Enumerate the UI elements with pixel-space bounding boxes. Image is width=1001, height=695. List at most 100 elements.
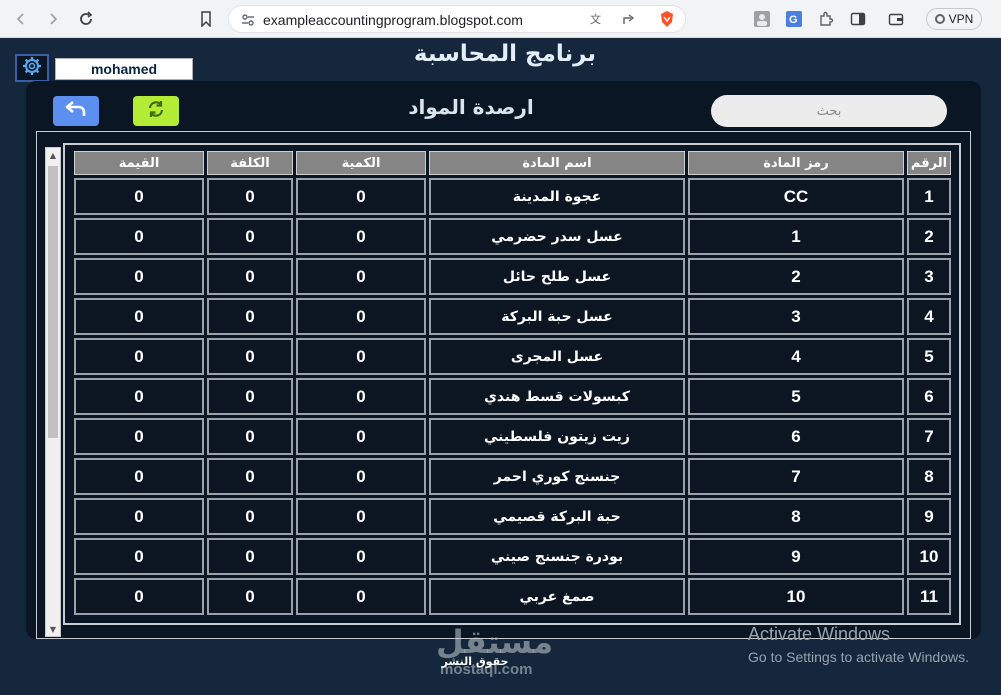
cell-value[interactable]: 0: [74, 338, 204, 375]
scroll-up-arrow-icon[interactable]: ▲: [46, 148, 60, 162]
cell-value[interactable]: 0: [74, 378, 204, 415]
search-input[interactable]: [711, 95, 947, 127]
cell-quantity[interactable]: 0: [296, 178, 426, 215]
header-item-name[interactable]: اسم المادة: [429, 151, 685, 175]
cell-item-name[interactable]: كبسولات قسط هندي: [429, 378, 685, 415]
cell-value[interactable]: 0: [74, 498, 204, 535]
cell-number[interactable]: 4: [907, 298, 951, 335]
site-info-icon[interactable]: [241, 12, 255, 31]
table-row[interactable]: 0 0 0 عجوة المدينة CC 1: [74, 178, 951, 215]
cell-item-code[interactable]: 8: [688, 498, 904, 535]
cell-cost[interactable]: 0: [207, 338, 293, 375]
cell-value[interactable]: 0: [74, 178, 204, 215]
cell-item-name[interactable]: عجوة المدينة: [429, 178, 685, 215]
cell-item-code[interactable]: 6: [688, 418, 904, 455]
table-row[interactable]: 0 0 0 زيت زيتون فلسطيني 6 7: [74, 418, 951, 455]
vertical-scrollbar[interactable]: ▲ ▼: [45, 147, 61, 637]
cell-quantity[interactable]: 0: [296, 338, 426, 375]
share-icon[interactable]: [621, 11, 637, 31]
cell-quantity[interactable]: 0: [296, 378, 426, 415]
cell-cost[interactable]: 0: [207, 578, 293, 615]
cell-value[interactable]: 0: [74, 418, 204, 455]
table-row[interactable]: 0 0 0 عسل حبة البركة 3 4: [74, 298, 951, 335]
cell-item-name[interactable]: عسل المجرى: [429, 338, 685, 375]
cell-cost[interactable]: 0: [207, 298, 293, 335]
cell-cost[interactable]: 0: [207, 218, 293, 255]
table-row[interactable]: 0 0 0 بودرة جنسنج صيني 9 10: [74, 538, 951, 575]
cell-cost[interactable]: 0: [207, 458, 293, 495]
cell-value[interactable]: 0: [74, 538, 204, 575]
header-number[interactable]: الرقم: [907, 151, 951, 175]
translate-extension-icon[interactable]: G: [784, 9, 804, 29]
vpn-button[interactable]: VPN: [926, 8, 982, 30]
cell-number[interactable]: 8: [907, 458, 951, 495]
cell-item-code[interactable]: 10: [688, 578, 904, 615]
cell-quantity[interactable]: 0: [296, 538, 426, 575]
cell-cost[interactable]: 0: [207, 178, 293, 215]
cell-item-code[interactable]: 4: [688, 338, 904, 375]
scroll-down-arrow-icon[interactable]: ▼: [46, 622, 60, 636]
cell-cost[interactable]: 0: [207, 418, 293, 455]
cell-item-code[interactable]: 9: [688, 538, 904, 575]
forward-nav-icon[interactable]: [42, 8, 64, 30]
refresh-button[interactable]: [133, 96, 179, 126]
cell-number[interactable]: 10: [907, 538, 951, 575]
cell-item-name[interactable]: بودرة جنسنج صيني: [429, 538, 685, 575]
table-row[interactable]: 0 0 0 عسل طلح حائل 2 3: [74, 258, 951, 295]
cell-number[interactable]: 5: [907, 338, 951, 375]
cell-item-code[interactable]: 1: [688, 218, 904, 255]
cell-number[interactable]: 1: [907, 178, 951, 215]
cell-quantity[interactable]: 0: [296, 578, 426, 615]
header-item-code[interactable]: رمز المادة: [688, 151, 904, 175]
header-quantity[interactable]: الكمية: [296, 151, 426, 175]
cell-value[interactable]: 0: [74, 298, 204, 335]
cell-item-code[interactable]: 2: [688, 258, 904, 295]
cell-value[interactable]: 0: [74, 218, 204, 255]
cell-cost[interactable]: 0: [207, 538, 293, 575]
address-bar[interactable]: exampleaccountingprogram.blogspot.com 文: [228, 5, 686, 33]
cell-number[interactable]: 11: [907, 578, 951, 615]
reload-icon[interactable]: [75, 8, 97, 30]
cell-item-name[interactable]: عسل طلح حائل: [429, 258, 685, 295]
scroll-thumb[interactable]: [48, 166, 58, 438]
cell-item-code[interactable]: CC: [688, 178, 904, 215]
bookmark-icon[interactable]: [195, 8, 217, 30]
header-cost[interactable]: الكلفة: [207, 151, 293, 175]
cell-cost[interactable]: 0: [207, 258, 293, 295]
cell-quantity[interactable]: 0: [296, 218, 426, 255]
cell-number[interactable]: 7: [907, 418, 951, 455]
cell-cost[interactable]: 0: [207, 498, 293, 535]
cell-quantity[interactable]: 0: [296, 258, 426, 295]
settings-button[interactable]: [15, 54, 49, 82]
table-row[interactable]: 0 0 0 صمغ عربي 10 11: [74, 578, 951, 615]
wallet-icon[interactable]: [886, 9, 906, 29]
extensions-puzzle-icon[interactable]: [816, 9, 836, 29]
table-row[interactable]: 0 0 0 عسل المجرى 4 5: [74, 338, 951, 375]
table-row[interactable]: 0 0 0 حبة البركة قصيمي 8 9: [74, 498, 951, 535]
cell-quantity[interactable]: 0: [296, 498, 426, 535]
cell-number[interactable]: 6: [907, 378, 951, 415]
cell-item-code[interactable]: 7: [688, 458, 904, 495]
profile-extension-icon[interactable]: [752, 9, 772, 29]
table-row[interactable]: 0 0 0 جنسنج كوري احمر 7 8: [74, 458, 951, 495]
cell-value[interactable]: 0: [74, 458, 204, 495]
sidebar-icon[interactable]: [848, 9, 868, 29]
cell-item-name[interactable]: عسل سدر حضرمي: [429, 218, 685, 255]
table-row[interactable]: 0 0 0 عسل سدر حضرمي 1 2: [74, 218, 951, 255]
cell-quantity[interactable]: 0: [296, 418, 426, 455]
translate-icon[interactable]: 文: [589, 11, 605, 31]
cell-number[interactable]: 2: [907, 218, 951, 255]
brave-shield-icon[interactable]: [659, 10, 675, 32]
cell-item-name[interactable]: زيت زيتون فلسطيني: [429, 418, 685, 455]
cell-item-code[interactable]: 5: [688, 378, 904, 415]
cell-item-name[interactable]: جنسنج كوري احمر: [429, 458, 685, 495]
cell-value[interactable]: 0: [74, 258, 204, 295]
cell-number[interactable]: 9: [907, 498, 951, 535]
cell-item-name[interactable]: صمغ عربي: [429, 578, 685, 615]
table-row[interactable]: 0 0 0 كبسولات قسط هندي 5 6: [74, 378, 951, 415]
back-button[interactable]: [53, 96, 99, 126]
cell-value[interactable]: 0: [74, 578, 204, 615]
back-nav-icon[interactable]: [10, 8, 32, 30]
cell-quantity[interactable]: 0: [296, 458, 426, 495]
cell-item-name[interactable]: حبة البركة قصيمي: [429, 498, 685, 535]
